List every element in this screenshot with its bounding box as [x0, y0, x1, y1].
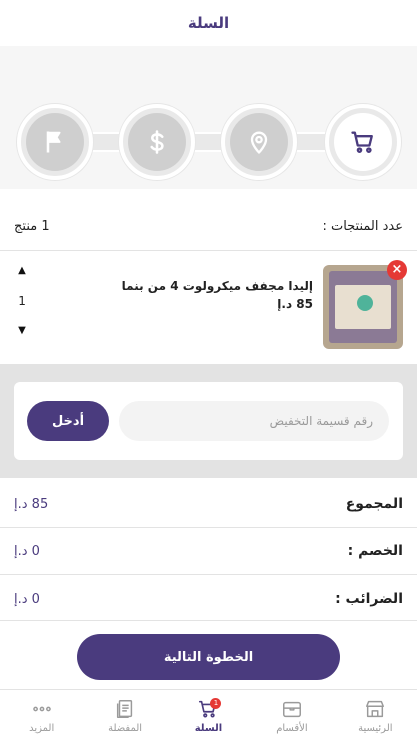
flag-icon — [46, 131, 61, 153]
nav-more-label: المزيد — [29, 722, 55, 734]
nav-favorites[interactable]: المفضلة — [83, 690, 166, 741]
coupon-card: أدخل — [14, 382, 403, 460]
cart-icon — [351, 131, 373, 153]
nav-categories-label: الأقسام — [276, 722, 308, 734]
app-header: السلة — [0, 0, 417, 46]
nav-cart[interactable]: 1 السلة — [167, 690, 250, 741]
page-title: السلة — [187, 14, 230, 32]
step-payment[interactable] — [119, 104, 195, 180]
step-delivery[interactable] — [221, 104, 297, 180]
divider — [0, 620, 417, 621]
tax-row: الضرائب : 0 د.إ — [0, 576, 417, 622]
tax-label: الضرائب : — [335, 591, 403, 607]
total-value: 85 د.إ — [14, 496, 49, 512]
tax-value: 0 د.إ — [14, 591, 40, 607]
steps-connector — [50, 132, 367, 152]
product-count-row: عدد المنتجات : 1 منتج — [0, 212, 417, 240]
coupon-section: أدخل — [0, 364, 417, 478]
nav-categories[interactable]: الأقسام — [250, 690, 333, 741]
dollar-icon — [150, 130, 164, 154]
more-dots-icon — [32, 706, 51, 711]
remove-item-button[interactable]: × — [387, 260, 407, 280]
quantity-value: 1 — [18, 294, 26, 308]
step-confirm[interactable] — [17, 104, 93, 180]
item-name: إليدا مجفف ميكرولوت 4 من بنما — [121, 279, 313, 293]
product-count-label: عدد المنتجات : — [322, 218, 403, 234]
total-row: المجموع 85 د.إ — [0, 481, 417, 527]
nav-favorites-label: المفضلة — [108, 722, 143, 734]
nav-cart-label: السلة — [194, 722, 223, 734]
location-pin-icon — [250, 131, 268, 154]
step-orders[interactable] — [325, 104, 401, 180]
discount-value: 0 د.إ — [14, 543, 40, 559]
nav-more[interactable]: المزيد — [0, 690, 83, 741]
item-price: 85 د.إ — [277, 297, 313, 311]
cart-page: السلة طلباتي التوصيل طريقة الدفع تأكيد ا… — [0, 0, 417, 741]
next-step-button[interactable]: الخطوة التالية — [77, 634, 340, 680]
bottom-nav: الرئيسية الأقسام 1 السلة المفضلة المزيد — [0, 689, 417, 741]
nav-home[interactable]: الرئيسية — [334, 690, 417, 741]
product-count-value: 1 منتج — [14, 218, 50, 234]
apply-coupon-button[interactable]: أدخل — [27, 401, 109, 441]
increment-icon[interactable]: ▲ — [18, 266, 26, 276]
box-icon — [282, 701, 301, 717]
store-icon — [366, 700, 385, 717]
quantity-stepper[interactable]: ▲ 1 ▼ — [12, 266, 32, 336]
coupon-input[interactable] — [119, 401, 389, 441]
discount-label: الخصم : — [347, 543, 403, 559]
total-label: المجموع — [345, 496, 403, 512]
document-icon — [117, 699, 133, 718]
nav-home-label: الرئيسية — [358, 722, 393, 734]
decrement-icon[interactable]: ▼ — [18, 326, 26, 336]
cart-item — [0, 251, 417, 361]
discount-row: الخصم : 0 د.إ — [0, 528, 417, 574]
divider — [0, 574, 417, 575]
cart-badge: 1 — [210, 698, 222, 709]
